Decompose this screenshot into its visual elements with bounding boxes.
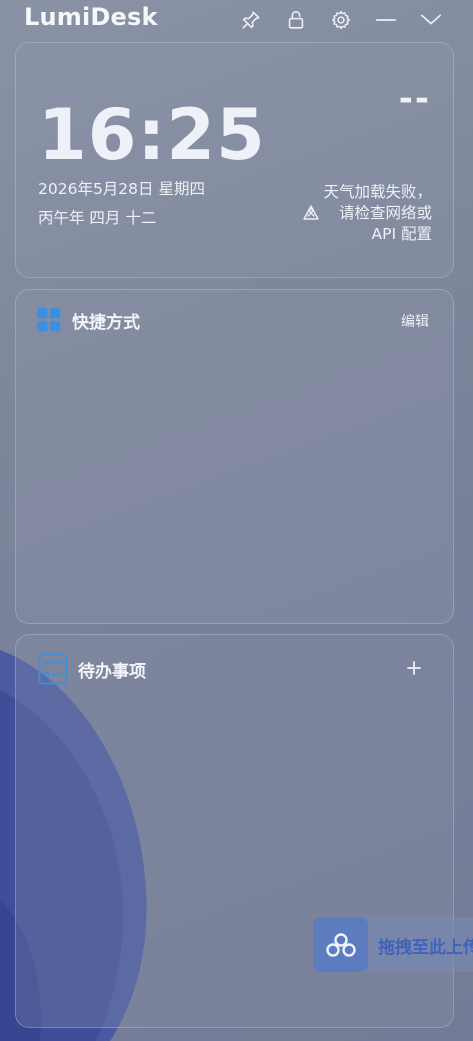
temperature: --: [398, 79, 431, 119]
minimize-button[interactable]: [374, 8, 398, 32]
cloud-upload-icon: [325, 932, 356, 957]
plus-icon: [407, 661, 421, 675]
date-text: 2026年5月28日 星期四: [38, 180, 205, 198]
checklist-icon: [38, 653, 68, 685]
lock-icon: [288, 10, 304, 29]
pin-icon: [242, 11, 260, 29]
lock-button[interactable]: [284, 8, 308, 32]
title-bar: LumiDesk: [0, 0, 473, 40]
todo-header: 待办事项: [38, 653, 146, 685]
drag-upload-icon-box: [313, 917, 368, 972]
app-title: LumiDesk: [24, 3, 158, 31]
pin-button[interactable]: [239, 8, 263, 32]
chevron-down-icon: [421, 14, 441, 25]
clock-time: 16:25: [38, 94, 266, 176]
shortcuts-header: 快捷方式: [36, 307, 140, 333]
todo-title: 待办事项: [78, 661, 146, 682]
gear-icon: [331, 10, 351, 30]
drag-upload-label: 拖拽至此上传: [378, 938, 473, 958]
grid-icon: [37, 308, 61, 332]
lunar-date-text: 丙午年 四月 十二: [38, 209, 157, 227]
collapse-button[interactable]: [419, 8, 443, 32]
shortcuts-title: 快捷方式: [72, 312, 140, 333]
drag-upload-zone[interactable]: 拖拽至此上传: [313, 917, 473, 972]
settings-button[interactable]: [329, 8, 353, 32]
weather-error-message: 天气加载失败，请检查网络或 API 配置: [323, 183, 432, 243]
edit-shortcuts-button[interactable]: 编辑: [401, 311, 429, 331]
shortcuts-panel: 快捷方式 编辑: [15, 289, 454, 624]
clock-weather-panel: 16:25 2026年5月28日 星期四 丙午年 四月 十二 -- 天气加载失败…: [15, 42, 454, 278]
minimize-icon: [375, 19, 397, 21]
add-todo-button[interactable]: [403, 657, 425, 679]
